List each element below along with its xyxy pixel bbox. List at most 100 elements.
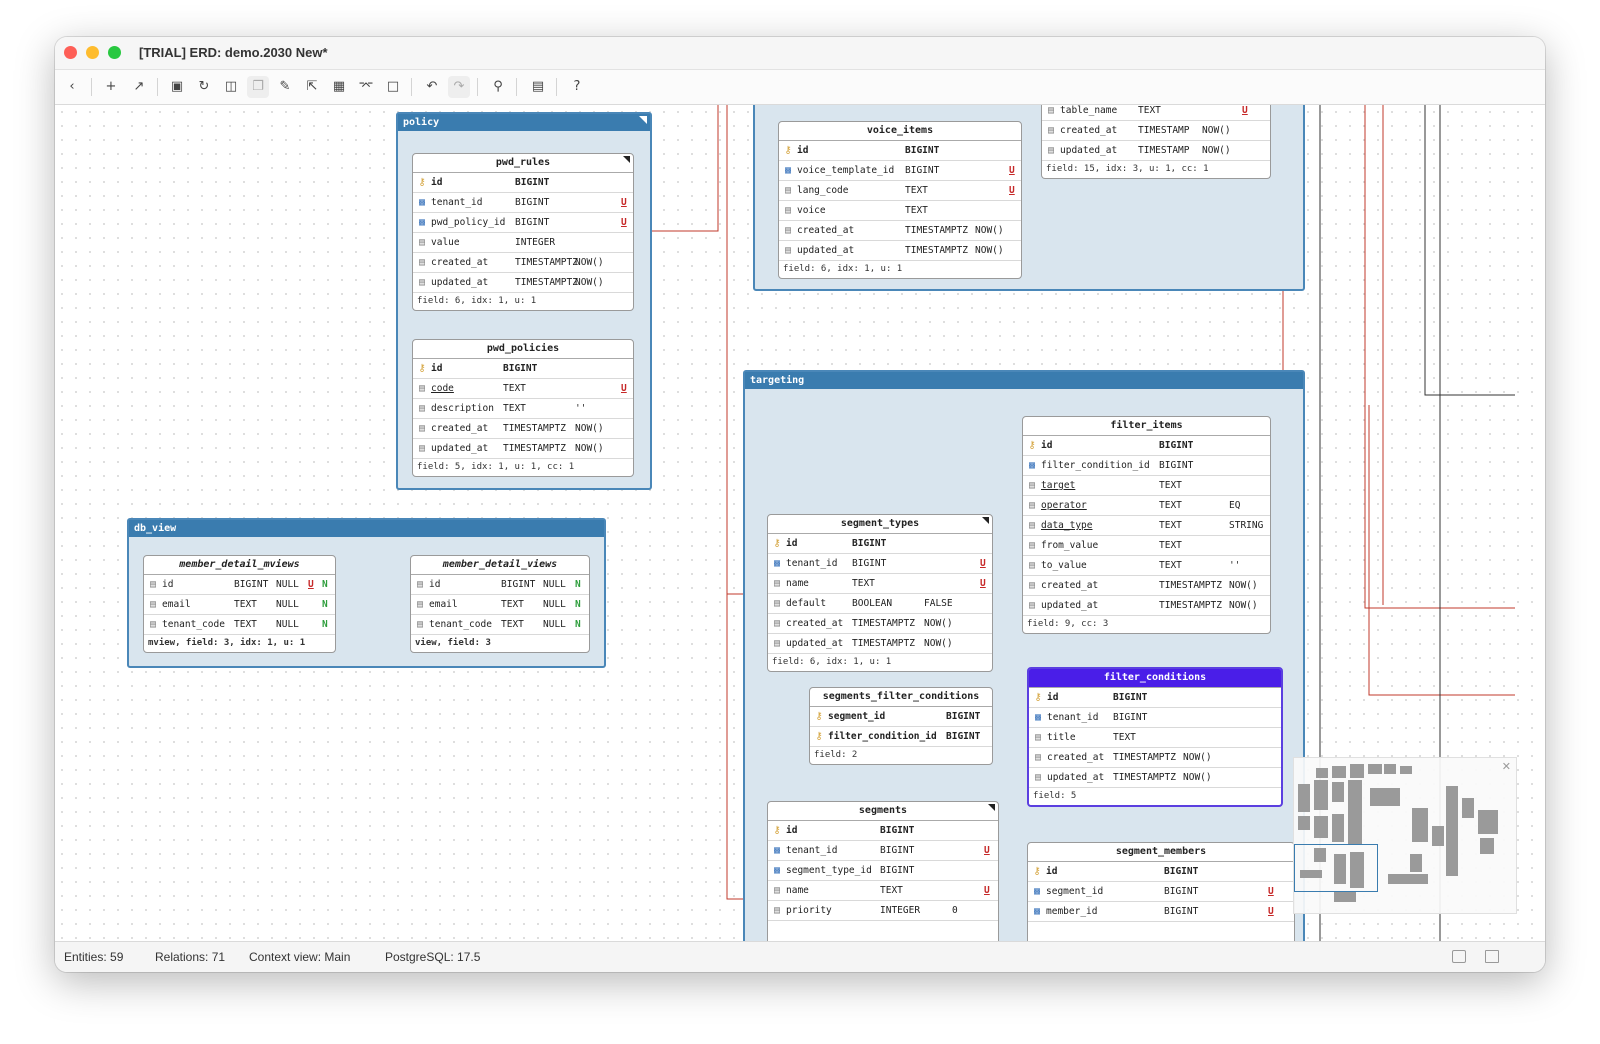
table-row[interactable]: ▤ name TEXT U [768, 881, 998, 901]
search-icon[interactable]: ⚲ [487, 76, 509, 98]
table-row[interactable]: ⚷ id BIGINT [1028, 862, 1294, 882]
table-row[interactable]: ▤ lang_code TEXT U [779, 181, 1021, 201]
table-row[interactable]: ▤ created_at TIMESTAMPTZ NOW() [779, 221, 1021, 241]
refresh-icon[interactable]: ↻ [193, 76, 215, 98]
table-row[interactable]: ▤ updated_at TIMESTAMPTZ NOW() [779, 241, 1021, 261]
minimap-viewport[interactable] [1294, 844, 1378, 892]
table-segments_filter_conditions[interactable]: segments_filter_conditions ⚷ segment_id BI… [809, 687, 993, 765]
table-row[interactable]: ▤ table_name TEXT U [1042, 105, 1270, 121]
table-filter_conditions[interactable]: filter_conditions ⚷ id BIGINT ▩ tenant_id BIG… [1027, 667, 1283, 807]
table-row[interactable]: ▤ email TEXT NULL N [411, 595, 589, 615]
minimize-window-button[interactable] [86, 46, 99, 59]
table-row[interactable]: ▤ updated_at TIMESTAMPTZ NOW() [413, 439, 633, 459]
table-row[interactable]: ▤ updated_at TIMESTAMPTZ NOW() [768, 634, 992, 654]
help-icon[interactable]: ? [566, 76, 588, 98]
table-row[interactable]: ▩ member_id BIGINT U [1028, 902, 1294, 922]
layout-icon[interactable] [1452, 950, 1466, 963]
table-row[interactable]: ⚷ segment_id BIGINT [810, 707, 992, 727]
add-icon[interactable]: + [100, 76, 122, 98]
table-row[interactable]: ▤ created_at TIMESTAMP NOW() [1042, 121, 1270, 141]
table-row[interactable]: ▩ segment_id BIGINT U [1028, 882, 1294, 902]
table-pwd_policies[interactable]: pwd_policies ⚷ id BIGINT ▤ code TEXT U ▤ descrip… [412, 339, 634, 477]
table-icon[interactable]: ◫ [220, 76, 242, 98]
table-row[interactable]: ▤ to_value TEXT '' [1023, 556, 1270, 576]
table-row[interactable]: ▤ updated_at TIMESTAMPTZ NOW() [1023, 596, 1270, 616]
table-voice_items[interactable]: voice_items ⚷ id BIGINT ▩ voice_template_id B… [778, 121, 1022, 279]
table-row[interactable]: ▤ updated_at TIMESTAMPTZ NOW() [413, 273, 633, 293]
table-row[interactable]: ⚷ id BIGINT [413, 173, 633, 193]
table-row[interactable]: ▤ tenant_code TEXT NULL N [411, 615, 589, 635]
table-row[interactable]: ▤ description TEXT '' [413, 399, 633, 419]
close-minimap-icon[interactable]: ✕ [1502, 760, 1511, 773]
column-name: lang_code [797, 185, 849, 196]
table-row[interactable]: ▤ tenant_code TEXT NULL N [144, 615, 335, 635]
table-row[interactable]: ▤ operator TEXT EQ [1023, 496, 1270, 516]
document-icon[interactable]: ▤ [527, 76, 549, 98]
link-icon[interactable]: ↗ [128, 76, 150, 98]
copy-icon[interactable]: ❐ [247, 76, 269, 98]
table-row[interactable]: ▤ title TEXT [1029, 728, 1281, 748]
table-row[interactable]: ▤ created_at TIMESTAMPTZ NOW() [1029, 748, 1281, 768]
table-row[interactable]: ▤ from_value TEXT [1023, 536, 1270, 556]
table-row[interactable]: ▤ target TEXT [1023, 476, 1270, 496]
share-icon[interactable]: ⌤ [355, 76, 377, 98]
table-row[interactable]: ▤ default BOOLEAN FALSE [768, 594, 992, 614]
table-member_detail_views[interactable]: member_detail_views ▤ id BIGINT NULL N ▤ email… [410, 555, 590, 653]
display-icon[interactable] [1485, 950, 1499, 963]
table-row[interactable]: ▩ tenant_id BIGINT U [768, 841, 998, 861]
table-filter_items[interactable]: filter_items ⚷ id BIGINT ▩ filter_condition_… [1022, 416, 1271, 634]
redo-icon[interactable]: ↷ [448, 76, 470, 98]
table-row[interactable]: ▩ tenant_id BIGINT [1029, 708, 1281, 728]
table-member_detail_mviews[interactable]: member_detail_mviews ▤ id BIGINT NULL U N ▤ ema… [143, 555, 336, 653]
minimap[interactable]: ✕ [1293, 757, 1517, 914]
erd-canvas[interactable]: policy pwd_rules ⚷ id BIGINT ▩ tenant_id BIGI… [55, 105, 1545, 941]
table-row[interactable]: ▩ tenant_id BIGINT U [768, 554, 992, 574]
grid-icon[interactable]: ▦ [328, 76, 350, 98]
export-icon[interactable]: ⇱ [301, 76, 323, 98]
table-row[interactable]: ▤ created_at TIMESTAMPTZ NOW() [1023, 576, 1270, 596]
table-row[interactable]: ⚷ filter_condition_id BIGINT [810, 727, 992, 747]
table-segment_members[interactable]: segment_members ⚷ id BIGINT ▩ segment_id BIGI… [1027, 842, 1295, 941]
column-type: TEXT [1159, 540, 1182, 551]
primary-key-icon: ⚷ [784, 145, 792, 156]
table-row[interactable]: ▤ voice TEXT [779, 201, 1021, 221]
table-partial-top[interactable]: ▤ table_name TEXT U ▤ created_at TIMESTAMP NOW(… [1041, 105, 1271, 179]
column-icon: ▤ [784, 185, 792, 196]
table-row[interactable]: ▤ data_type TEXT STRING [1023, 516, 1270, 536]
table-row[interactable]: ⚷ id BIGINT [768, 821, 998, 841]
folder-icon[interactable]: □ [382, 76, 404, 98]
table-row[interactable]: ▤ name TEXT U [768, 574, 992, 594]
table-row[interactable]: ▤ code TEXT U [413, 379, 633, 399]
table-row[interactable]: ▤ updated_at TIMESTAMPTZ NOW() [1029, 768, 1281, 788]
table-row[interactable]: ▩ tenant_id BIGINT U [413, 193, 633, 213]
close-window-button[interactable] [64, 46, 77, 59]
back-icon[interactable]: ‹ [61, 76, 83, 98]
table-row[interactable]: ▩ filter_condition_id BIGINT [1023, 456, 1270, 476]
table-row[interactable]: ▤ id BIGINT NULL N [411, 575, 589, 595]
table-row[interactable]: ▤ id BIGINT NULL U N [144, 575, 335, 595]
undo-icon[interactable]: ↶ [421, 76, 443, 98]
table-row[interactable]: ▩ segment_type_id BIGINT [768, 861, 998, 881]
table-pwd_rules[interactable]: pwd_rules ⚷ id BIGINT ▩ tenant_id BIGINT U ▩ pwd… [412, 153, 634, 311]
table-segment_types[interactable]: segment_types ⚷ id BIGINT ▩ tenant_id BIGINT U… [767, 514, 993, 672]
table-row[interactable]: ▤ created_at TIMESTAMPTZ NOW() [413, 419, 633, 439]
table-row[interactable]: ⚷ id BIGINT [768, 534, 992, 554]
edit-icon[interactable]: ✎ [274, 76, 296, 98]
table-row[interactable]: ⚷ id BIGINT [779, 141, 1021, 161]
table-row[interactable]: ⚷ id BIGINT [1023, 436, 1270, 456]
table-row[interactable]: ⚷ id BIGINT [413, 359, 633, 379]
column-name: from_value [1041, 540, 1099, 551]
table-row[interactable]: ▤ email TEXT NULL N [144, 595, 335, 615]
table-row[interactable]: ▩ voice_template_id BIGINT U [779, 161, 1021, 181]
table-row[interactable]: ▩ pwd_policy_id BIGINT U [413, 213, 633, 233]
table-row[interactable]: ▤ value INTEGER [413, 233, 633, 253]
table-row[interactable]: ▤ created_at TIMESTAMPTZ NOW() [768, 614, 992, 634]
table-row[interactable]: ▤ priority INTEGER 0 [768, 901, 998, 921]
save-icon[interactable]: ▣ [166, 76, 188, 98]
table-row[interactable]: ⚷ id BIGINT [1029, 688, 1281, 708]
maximize-window-button[interactable] [108, 46, 121, 59]
table-row[interactable]: ▤ updated_at TIMESTAMP NOW() [1042, 141, 1270, 161]
table-row[interactable]: ▤ created_at TIMESTAMPTZ NOW() [413, 253, 633, 273]
table-segments[interactable]: segments ⚷ id BIGINT ▩ tenant_id BIGINT U ▩ segm… [767, 801, 999, 941]
column-icon: ▤ [1034, 772, 1042, 783]
